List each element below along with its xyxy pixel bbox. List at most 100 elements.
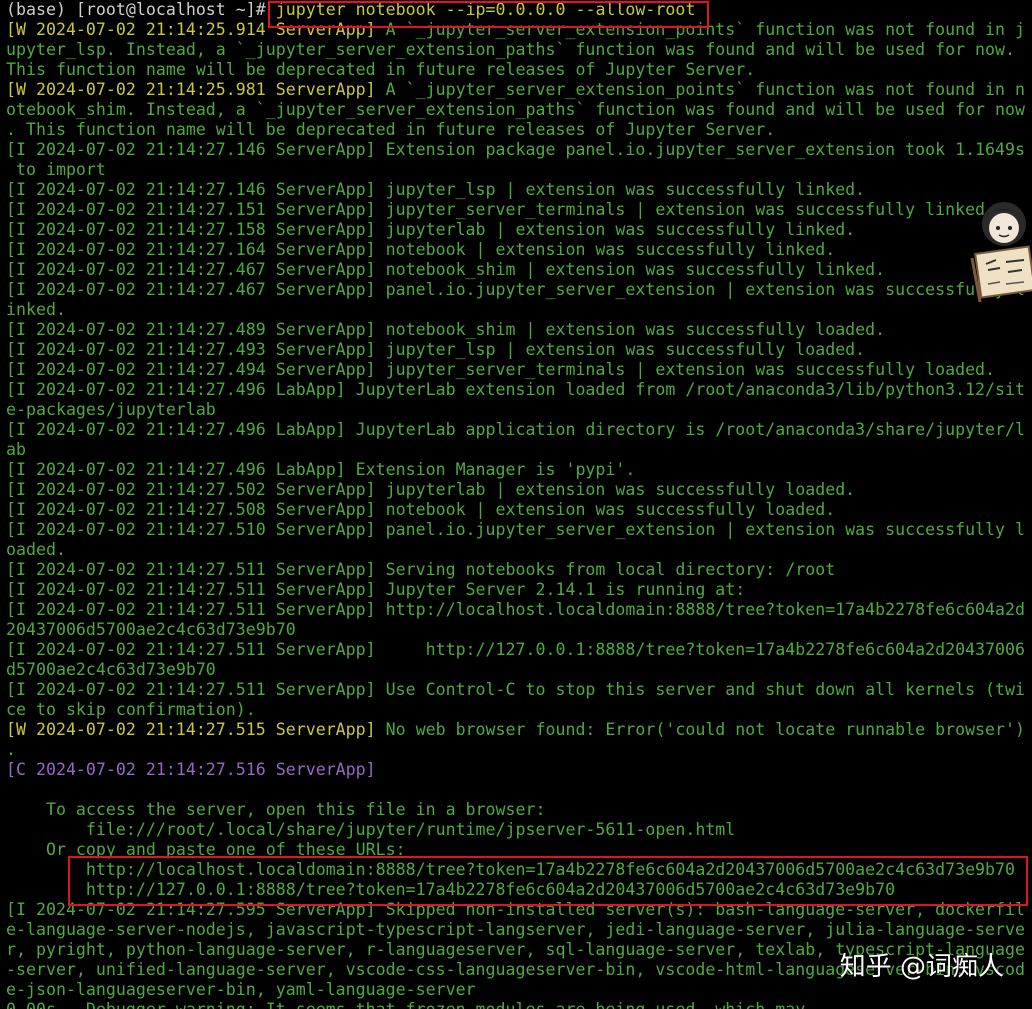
terminal-text-segment: d5700ae2c4c63d73e9b70 — [6, 660, 216, 679]
terminal-text-segment: [I 2024-07-02 21:14:27.494 ServerApp] ju… — [6, 360, 996, 379]
terminal-line: [C 2024-07-02 21:14:27.516 ServerApp] — [6, 760, 1030, 780]
terminal-line: e-packages/jupyterlab — [6, 400, 1030, 420]
terminal-text-segment: [I 2024-07-02 21:14:27.496 LabApp] Jupyt… — [6, 380, 1026, 399]
sticker-avatar-image — [966, 198, 1032, 303]
terminal-line: [I 2024-07-02 21:14:27.496 LabApp] Jupyt… — [6, 420, 1030, 440]
terminal-text-segment: 0.00s - Debugger warning: It seems that … — [6, 1000, 805, 1009]
terminal-line: 0.00s - Debugger warning: It seems that … — [6, 1000, 1030, 1009]
terminal-line: http://127.0.0.1:8888/tree?token=17a4b22… — [6, 880, 1030, 900]
terminal-line: [I 2024-07-02 21:14:27.496 LabApp] Jupyt… — [6, 380, 1030, 400]
terminal-line: [I 2024-07-02 21:14:27.511 ServerApp] Ju… — [6, 580, 1030, 600]
terminal-text-segment: [I 2024-07-02 21:14:27.164 ServerApp] no… — [6, 240, 836, 259]
terminal-text-segment: [I 2024-07-02 21:14:27.496 LabApp] Jupyt… — [6, 420, 1026, 439]
terminal-text-segment: [W 2024-07-02 21:14:25.981 ServerApp] — [6, 80, 376, 99]
terminal-text-segment: [I 2024-07-02 21:14:27.510 ServerApp] pa… — [6, 520, 1026, 539]
terminal-text-segment: [I 2024-07-02 21:14:27.496 LabApp] Exten… — [6, 460, 636, 479]
terminal-line: 20437006d5700ae2c4c63d73e9b70 — [6, 620, 1030, 640]
terminal-line: ab — [6, 440, 1030, 460]
terminal-output[interactable]: (base) [root@localhost ~]# jupyter noteb… — [6, 0, 1030, 1009]
terminal-text-segment: inked. — [6, 300, 66, 319]
terminal-line: [I 2024-07-02 21:14:27.511 ServerApp] ht… — [6, 640, 1030, 660]
terminal-line: upyter_lsp. Instead, a `_jupyter_server_… — [6, 40, 1030, 60]
terminal-text-segment: e-packages/jupyterlab — [6, 400, 216, 419]
terminal-line: ce to skip confirmation). — [6, 700, 1030, 720]
terminal-text-segment: [I 2024-07-02 21:14:27.467 ServerApp] pa… — [6, 280, 1026, 299]
terminal-line: . — [6, 740, 1030, 760]
terminal-line: [I 2024-07-02 21:14:27.158 ServerApp] ju… — [6, 220, 1030, 240]
terminal-line: [W 2024-07-02 21:14:27.515 ServerApp] No… — [6, 720, 1030, 740]
terminal-text-segment: [I 2024-07-02 21:14:27.511 ServerApp] Us… — [6, 680, 1026, 699]
terminal-text-segment: . — [6, 740, 16, 759]
terminal-text-segment: [W 2024-07-02 21:14:25.914 ServerApp] — [6, 20, 376, 39]
terminal-line: [W 2024-07-02 21:14:25.914 ServerApp] A … — [6, 20, 1030, 40]
terminal-text-segment: [C 2024-07-02 21:14:27.516 ServerApp] — [6, 760, 376, 779]
terminal-line: [I 2024-07-02 21:14:27.502 ServerApp] ju… — [6, 480, 1030, 500]
terminal-line: [I 2024-07-02 21:14:27.508 ServerApp] no… — [6, 500, 1030, 520]
terminal-line: [I 2024-07-02 21:14:27.510 ServerApp] pa… — [6, 520, 1030, 540]
terminal-text-segment: [I 2024-07-02 21:14:27.158 ServerApp] ju… — [6, 220, 856, 239]
terminal-text-segment: . This function name will be deprecated … — [6, 120, 776, 139]
terminal-line: [I 2024-07-02 21:14:27.151 ServerApp] ju… — [6, 200, 1030, 220]
terminal-line: http://localhost.localdomain:8888/tree?t… — [6, 860, 1030, 880]
terminal-text-segment: To access the server, open this file in … — [6, 800, 546, 819]
terminal-line: otebook_shim. Instead, a `_jupyter_serve… — [6, 100, 1030, 120]
terminal-text-segment: jupyter notebook --ip=0.0.0.0 --allow-ro… — [275, 0, 696, 19]
terminal-line: [I 2024-07-02 21:14:27.146 ServerApp] ju… — [6, 180, 1030, 200]
terminal-text-segment: [I 2024-07-02 21:14:27.595 ServerApp] Sk… — [6, 900, 1026, 919]
terminal-text-segment: [I 2024-07-02 21:14:27.511 ServerApp] Se… — [6, 560, 836, 579]
terminal-text-segment: to import — [6, 160, 106, 179]
terminal-text-segment: Or copy and paste one of these URLs: — [6, 840, 406, 859]
terminal-text-segment: (base) [root@localhost ~]# — [6, 0, 276, 19]
terminal-text-segment: [W 2024-07-02 21:14:27.515 ServerApp] — [6, 720, 376, 739]
terminal-text-segment: file:///root/.local/share/jupyter/runtim… — [6, 820, 736, 839]
terminal-text-segment: [I 2024-07-02 21:14:27.146 ServerApp] ju… — [6, 180, 866, 199]
terminal-line: Or copy and paste one of these URLs: — [6, 840, 1030, 860]
terminal-line: [I 2024-07-02 21:14:27.496 LabApp] Exten… — [6, 460, 1030, 480]
terminal-line: [I 2024-07-02 21:14:27.164 ServerApp] no… — [6, 240, 1030, 260]
terminal-text-segment: No web browser found: Error('could not l… — [375, 720, 1026, 739]
terminal-text-segment: [I 2024-07-02 21:14:27.493 ServerApp] ju… — [6, 340, 866, 359]
terminal-text-segment: e-json-languageserver-bin, yaml-language… — [6, 980, 476, 999]
terminal-text-segment: oaded. — [6, 540, 66, 559]
terminal-text-segment: [I 2024-07-02 21:14:27.511 ServerApp] Ju… — [6, 580, 746, 599]
terminal-line: [I 2024-07-02 21:14:27.595 ServerApp] Sk… — [6, 900, 1030, 920]
terminal-line: [I 2024-07-02 21:14:27.511 ServerApp] Se… — [6, 560, 1030, 580]
terminal-line: oaded. — [6, 540, 1030, 560]
terminal-text-segment: e-language-server-nodejs, javascript-typ… — [6, 920, 1026, 939]
terminal-text-segment: [I 2024-07-02 21:14:27.151 ServerApp] ju… — [6, 200, 996, 219]
zhihu-watermark: 知乎 @词痴人 — [839, 952, 1004, 982]
terminal-text-segment: [I 2024-07-02 21:14:27.467 ServerApp] no… — [6, 260, 886, 279]
terminal-text-segment: [I 2024-07-02 21:14:27.489 ServerApp] no… — [6, 320, 886, 339]
terminal-text-segment: http://localhost.localdomain:8888/tree?t… — [6, 860, 1016, 879]
terminal-text-segment: [I 2024-07-02 21:14:27.511 ServerApp] ht… — [6, 640, 1026, 659]
terminal-line: e-json-languageserver-bin, yaml-language… — [6, 980, 1030, 1000]
terminal-text-segment: [I 2024-07-02 21:14:27.508 ServerApp] no… — [6, 500, 836, 519]
terminal-text-segment: ce to skip confirmation). — [6, 700, 256, 719]
terminal-line: inked. — [6, 300, 1030, 320]
terminal-line: To access the server, open this file in … — [6, 800, 1030, 820]
terminal-line: file:///root/.local/share/jupyter/runtim… — [6, 820, 1030, 840]
terminal-line: [I 2024-07-02 21:14:27.467 ServerApp] pa… — [6, 280, 1030, 300]
terminal-text-segment: [I 2024-07-02 21:14:27.502 ServerApp] ju… — [6, 480, 856, 499]
terminal-line: [I 2024-07-02 21:14:27.511 ServerApp] ht… — [6, 600, 1030, 620]
terminal-line: This function name will be deprecated in… — [6, 60, 1030, 80]
terminal-text-segment: This function name will be deprecated in… — [6, 60, 756, 79]
terminal-line: [I 2024-07-02 21:14:27.493 ServerApp] ju… — [6, 340, 1030, 360]
terminal-line: d5700ae2c4c63d73e9b70 — [6, 660, 1030, 680]
terminal-line: . This function name will be deprecated … — [6, 120, 1030, 140]
terminal-line: (base) [root@localhost ~]# jupyter noteb… — [6, 0, 1030, 20]
terminal-line: e-language-server-nodejs, javascript-typ… — [6, 920, 1030, 940]
terminal-text-segment: [I 2024-07-02 21:14:27.511 ServerApp] ht… — [6, 600, 1026, 619]
terminal-line: [I 2024-07-02 21:14:27.489 ServerApp] no… — [6, 320, 1030, 340]
terminal-text-segment: A `_jupyter_server_extension_points` fun… — [375, 80, 1026, 99]
terminal-line: [I 2024-07-02 21:14:27.494 ServerApp] ju… — [6, 360, 1030, 380]
terminal-text-segment: upyter_lsp. Instead, a `_jupyter_server_… — [6, 40, 1016, 59]
terminal-line: [I 2024-07-02 21:14:27.467 ServerApp] no… — [6, 260, 1030, 280]
terminal-text-segment: otebook_shim. Instead, a `_jupyter_serve… — [6, 100, 1026, 119]
terminal-line: [W 2024-07-02 21:14:25.981 ServerApp] A … — [6, 80, 1030, 100]
terminal-text-segment: [I 2024-07-02 21:14:27.146 ServerApp] Ex… — [6, 140, 1026, 159]
terminal-text-segment: 20437006d5700ae2c4c63d73e9b70 — [6, 620, 296, 639]
terminal-line: [I 2024-07-02 21:14:27.511 ServerApp] Us… — [6, 680, 1030, 700]
terminal-text-segment: ab — [6, 440, 26, 459]
